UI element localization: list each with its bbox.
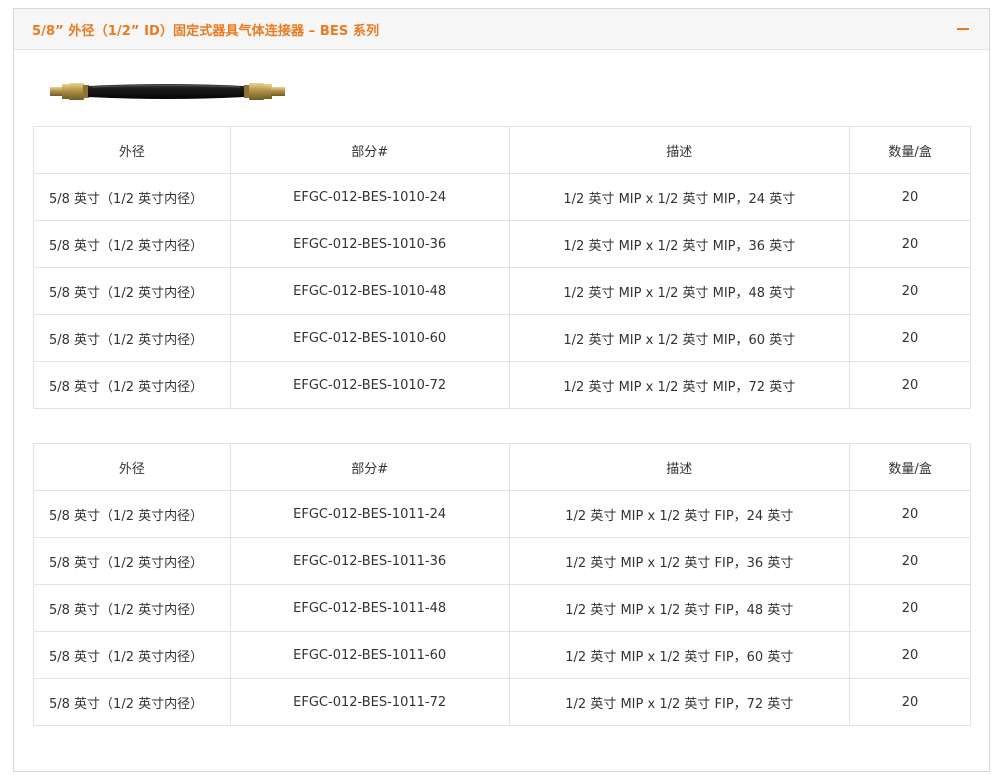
cell-od: 5/8 英寸（1/2 英寸内径） [33, 584, 231, 632]
cell-qty: 20 [849, 314, 971, 362]
column-header-qty: 数量/盒 [849, 443, 971, 491]
cell-part-number: EFGC-012-BES-1011-60 [229, 631, 510, 679]
cell-od: 5/8 英寸（1/2 英寸内径） [33, 631, 231, 679]
cell-qty: 20 [849, 267, 971, 315]
cell-part-number: EFGC-012-BES-1010-36 [229, 220, 510, 268]
cell-description: 1/2 英寸 MIP x 1/2 英寸 FIP，36 英寸 [508, 537, 851, 585]
cell-description: 1/2 英寸 MIP x 1/2 英寸 MIP，24 英寸 [508, 173, 851, 221]
cell-od: 5/8 英寸（1/2 英寸内径） [33, 173, 231, 221]
cell-part-number: EFGC-012-BES-1010-48 [229, 267, 510, 315]
cell-part-number: EFGC-012-BES-1011-24 [229, 490, 510, 538]
minus-icon[interactable] [955, 21, 971, 37]
cell-description: 1/2 英寸 MIP x 1/2 英寸 MIP，36 英寸 [508, 220, 851, 268]
column-header-od: 外径 [33, 126, 231, 174]
cell-od: 5/8 英寸（1/2 英寸内径） [33, 361, 231, 409]
cell-od: 5/8 英寸（1/2 英寸内径） [33, 537, 231, 585]
accordion-panel: 5/8” 外径（1/2” ID）固定式器具气体连接器 – BES 系列 外径 部… [13, 8, 990, 772]
table-row: 5/8 英寸（1/2 英寸内径） EFGC-012-BES-1010-48 1/… [33, 267, 971, 315]
table-row: 5/8 英寸（1/2 英寸内径） EFGC-012-BES-1011-36 1/… [33, 537, 971, 585]
cell-part-number: EFGC-012-BES-1011-72 [229, 678, 510, 726]
accordion-header[interactable]: 5/8” 外径（1/2” ID）固定式器具气体连接器 – BES 系列 [14, 9, 989, 50]
cell-part-number: EFGC-012-BES-1010-60 [229, 314, 510, 362]
cell-part-number: EFGC-012-BES-1011-36 [229, 537, 510, 585]
cell-qty: 20 [849, 584, 971, 632]
column-header-od: 外径 [33, 443, 231, 491]
cell-qty: 20 [849, 537, 971, 585]
table-row: 5/8 英寸（1/2 英寸内径） EFGC-012-BES-1011-60 1/… [33, 631, 971, 679]
table-row: 5/8 英寸（1/2 英寸内径） EFGC-012-BES-1011-24 1/… [33, 490, 971, 538]
table-row: 5/8 英寸（1/2 英寸内径） EFGC-012-BES-1010-36 1/… [33, 220, 971, 268]
cell-description: 1/2 英寸 MIP x 1/2 英寸 FIP，72 英寸 [508, 678, 851, 726]
cell-od: 5/8 英寸（1/2 英寸内径） [33, 490, 231, 538]
cell-description: 1/2 英寸 MIP x 1/2 英寸 MIP，48 英寸 [508, 267, 851, 315]
cell-qty: 20 [849, 173, 971, 221]
cell-description: 1/2 英寸 MIP x 1/2 英寸 FIP，48 英寸 [508, 584, 851, 632]
product-table-mip: 外径 部分# 描述 数量/盒 5/8 英寸（1/2 英寸内径） EFGC-012… [33, 126, 971, 409]
section-title[interactable]: 5/8” 外径（1/2” ID）固定式器具气体连接器 – BES 系列 [32, 20, 379, 39]
cell-qty: 20 [849, 220, 971, 268]
cell-od: 5/8 英寸（1/2 英寸内径） [33, 314, 231, 362]
cell-description: 1/2 英寸 MIP x 1/2 英寸 FIP，60 英寸 [508, 631, 851, 679]
column-header-description: 描述 [508, 443, 851, 491]
cell-description: 1/2 英寸 MIP x 1/2 英寸 FIP，24 英寸 [508, 490, 851, 538]
cell-od: 5/8 英寸（1/2 英寸内径） [33, 267, 231, 315]
column-header-part: 部分# [229, 443, 510, 491]
table-row: 5/8 英寸（1/2 英寸内径） EFGC-012-BES-1010-60 1/… [33, 314, 971, 362]
cell-description: 1/2 英寸 MIP x 1/2 英寸 MIP，72 英寸 [508, 361, 851, 409]
cell-qty: 20 [849, 361, 971, 409]
table-row: 5/8 英寸（1/2 英寸内径） EFGC-012-BES-1011-48 1/… [33, 584, 971, 632]
cell-qty: 20 [849, 678, 971, 726]
cell-od: 5/8 英寸（1/2 英寸内径） [33, 220, 231, 268]
cell-part-number: EFGC-012-BES-1010-24 [229, 173, 510, 221]
cell-qty: 20 [849, 490, 971, 538]
table-row: 5/8 英寸（1/2 英寸内径） EFGC-012-BES-1011-72 1/… [33, 678, 971, 726]
table-row: 5/8 英寸（1/2 英寸内径） EFGC-012-BES-1010-72 1/… [33, 361, 971, 409]
table-header-row: 外径 部分# 描述 数量/盒 [33, 126, 971, 174]
cell-od: 5/8 英寸（1/2 英寸内径） [33, 678, 231, 726]
product-table-fip: 外径 部分# 描述 数量/盒 5/8 英寸（1/2 英寸内径） EFGC-012… [33, 443, 971, 726]
table-header-row: 外径 部分# 描述 数量/盒 [33, 443, 971, 491]
cell-part-number: EFGC-012-BES-1010-72 [229, 361, 510, 409]
column-header-part: 部分# [229, 126, 510, 174]
cell-qty: 20 [849, 631, 971, 679]
gas-connector-hose-image [50, 83, 285, 100]
table-row: 5/8 英寸（1/2 英寸内径） EFGC-012-BES-1010-24 1/… [33, 173, 971, 221]
column-header-qty: 数量/盒 [849, 126, 971, 174]
column-header-description: 描述 [508, 126, 851, 174]
cell-part-number: EFGC-012-BES-1011-48 [229, 584, 510, 632]
cell-description: 1/2 英寸 MIP x 1/2 英寸 MIP，60 英寸 [508, 314, 851, 362]
